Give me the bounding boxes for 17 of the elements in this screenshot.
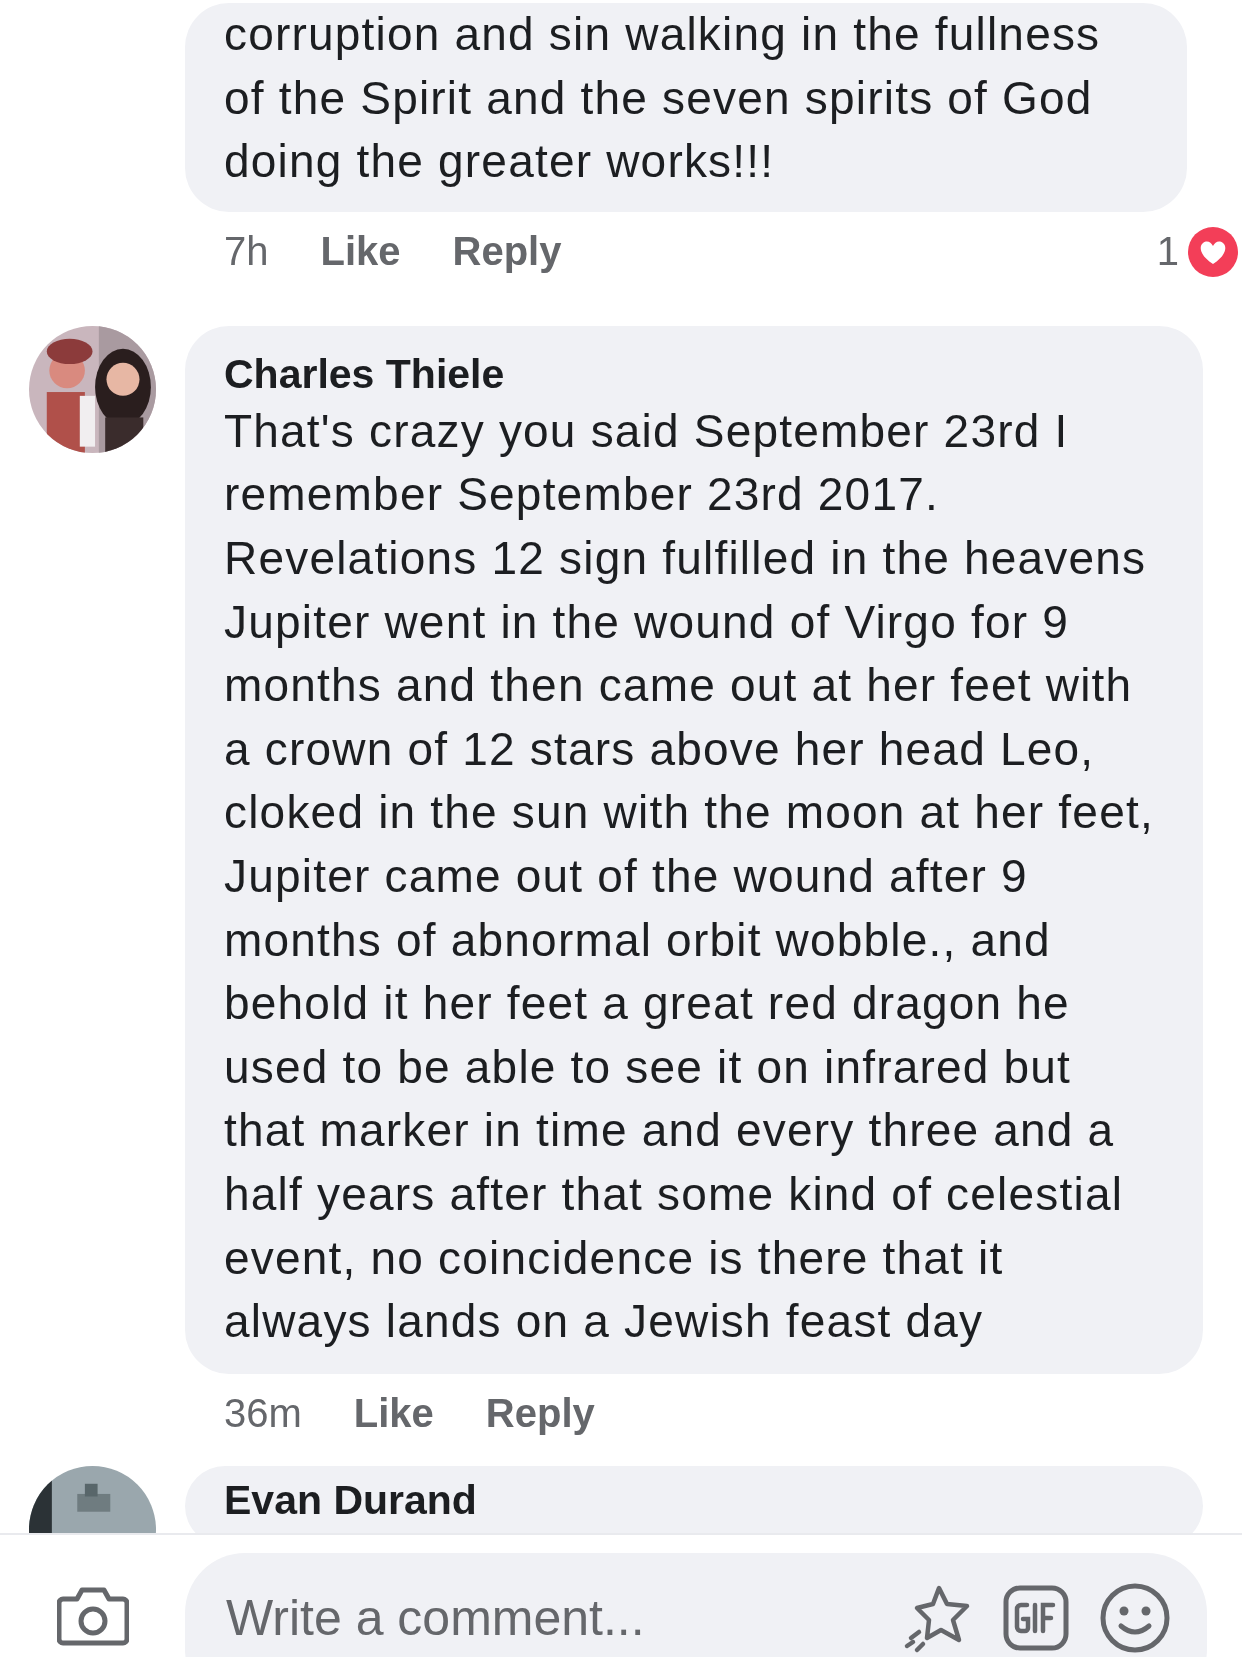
reaction-count: 1 [1156, 229, 1179, 275]
reply-button[interactable]: Reply [485, 1391, 595, 1437]
camera-icon[interactable] [56, 1585, 129, 1647]
comment-text: corruption and sin walking in the fullness of the Spirit and the seven spirits of God doing the greater works!!! [224, 7, 1102, 190]
like-button[interactable]: Like [353, 1391, 434, 1437]
author-name[interactable]: Evan Durand [224, 1473, 477, 1526]
emoji-icon[interactable] [1099, 1582, 1171, 1654]
heart-reaction-icon [1187, 225, 1239, 278]
comment-field[interactable]: Write a comment... [185, 1553, 1207, 1657]
comment-time: 7h [224, 229, 269, 275]
comment-input[interactable]: Write a comment... [224, 1588, 871, 1648]
like-button[interactable]: Like [320, 229, 401, 275]
comment-time: 36m [224, 1391, 302, 1437]
reply-button[interactable]: Reply [452, 229, 562, 275]
author-name[interactable]: Charles Thiele [224, 347, 505, 400]
gif-icon[interactable] [1003, 1585, 1069, 1651]
comment-text: That's crazy you said September 23rd I remember September 23rd 2017. Revelations 12 sign fulfilled in the heavens Jupiter went in the wound of Virgo for 9 months and then came out at her feet with a crown of 12 stars above her head Leo, cloked in the sun with the moon at her feet, Jupiter came out of the wound after 9 months of abnormal orbit wobble., and behold it her feet a great red dragon he used to be able to see it on infrared but that marker in time and every three and a half years after that some kind of celestial event, no coincidence is there that it always lands on a Jewish feast day [224, 403, 1155, 1350]
